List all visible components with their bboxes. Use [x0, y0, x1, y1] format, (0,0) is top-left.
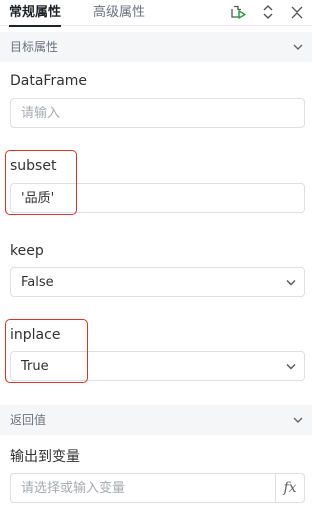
tab-general-properties[interactable]: 常规属性 — [9, 4, 62, 27]
chevron-down-icon — [286, 364, 296, 370]
output-variable-label: 输出到变量 — [10, 449, 80, 465]
dataframe-placeholder: 请输入 — [21, 106, 61, 121]
chevron-down-icon — [293, 44, 303, 50]
inplace-value: True — [21, 359, 49, 374]
property-tabs: 常规属性 高级属性 — [0, 0, 312, 27]
chevron-down-icon — [286, 280, 296, 286]
subset-value: '品质' — [21, 191, 55, 206]
output-variable-input[interactable]: 请选择或输入变量 fx — [10, 473, 305, 503]
keep-label: keep — [10, 243, 44, 259]
run-icon-glyph — [231, 5, 246, 19]
return-value-header[interactable]: 返回值 — [0, 405, 312, 435]
close-glyph — [291, 6, 303, 19]
chevron-down-icon — [293, 417, 303, 423]
inplace-label: inplace — [10, 327, 61, 343]
run-icon[interactable] — [229, 3, 247, 21]
subset-label: subset — [10, 158, 57, 174]
subset-input[interactable]: '品质' — [10, 183, 305, 213]
collapse-expand-glyph — [263, 5, 273, 19]
tab-advanced-properties[interactable]: 高级属性 — [93, 4, 145, 21]
formula-icon[interactable]: fx — [275, 474, 304, 502]
inplace-select[interactable]: True — [10, 351, 305, 381]
section-title: 目标属性 — [10, 40, 59, 54]
collapse-expand-icon[interactable] — [259, 3, 277, 21]
section-title: 返回值 — [10, 413, 47, 427]
dataframe-input[interactable]: 请输入 — [10, 98, 305, 128]
keep-value: False — [21, 275, 54, 290]
dataframe-label: DataFrame — [10, 73, 88, 89]
keep-select[interactable]: False — [10, 267, 305, 297]
target-properties-header[interactable]: 目标属性 — [0, 32, 312, 62]
close-icon[interactable] — [288, 3, 306, 21]
output-variable-placeholder: 请选择或输入变量 — [21, 481, 126, 496]
